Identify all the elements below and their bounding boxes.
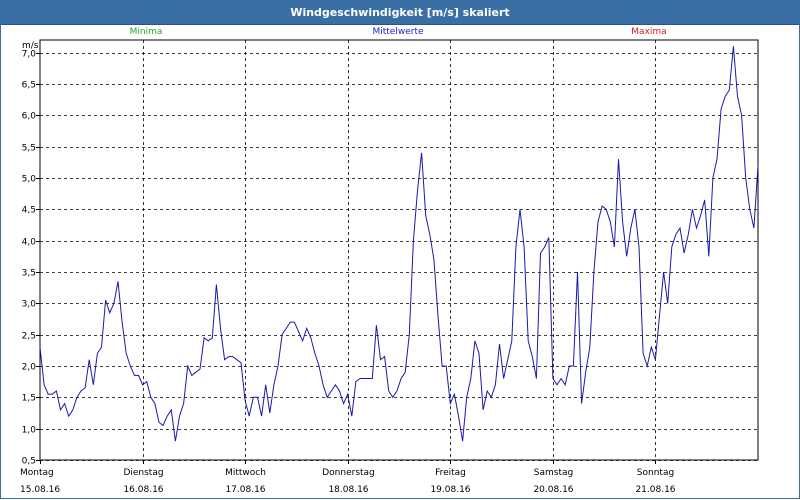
x-tick-day-label: Montag [20, 468, 54, 478]
x-tick-date-label: 20.08.16 [533, 485, 573, 495]
y-tick-label: 1,5 [22, 394, 36, 404]
x-tick-day-label: Freitag [435, 468, 466, 478]
y-tick-label: 3,5 [22, 269, 36, 279]
x-tick-date-label: 21.08.16 [635, 485, 675, 495]
wind-speed-chart: m/s Minima Mittelwerte Maxima 0,51,01,52… [20, 27, 759, 495]
plot-area-border [39, 39, 759, 461]
y-tick-label: 0,5 [22, 457, 36, 467]
y-tick-label: 6,5 [22, 81, 36, 91]
grid [36, 39, 759, 464]
x-tick-date-label: 17.08.16 [225, 485, 265, 495]
y-tick-label: 6,0 [22, 112, 37, 122]
x-tick-day-label: Mittwoch [225, 468, 266, 478]
x-axis-ticks: Montag 15.08.16 Dienstag 16.08.16 Mittwoch 17… [20, 468, 676, 495]
legend-maxima: Maxima [631, 27, 666, 37]
x-tick-day-label: Dienstag [123, 468, 163, 478]
y-tick-label: 5,0 [22, 175, 37, 185]
x-tick-date-label: 15.08.16 [20, 485, 60, 495]
y-tick-label: 5,5 [22, 144, 36, 154]
y-tick-label: 4,0 [22, 238, 37, 248]
x-tick-date-label: 18.08.16 [328, 485, 368, 495]
y-tick-label: 4,5 [22, 206, 36, 216]
x-tick-date-label: 16.08.16 [123, 485, 163, 495]
series-line-mittelwerte [39, 46, 759, 442]
y-tick-label: 7,0 [22, 50, 37, 60]
y-tick-label: 2,5 [22, 332, 36, 342]
legend-mittelwerte: Mittelwerte [372, 27, 423, 37]
x-tick-day-label: Donnerstag [322, 468, 375, 478]
y-tick-label: 2,0 [22, 363, 37, 373]
x-tick-date-label: 19.08.16 [430, 485, 470, 495]
y-axis-ticks: 0,5 1,0 1,5 2,0 2,5 3,0 3,5 4,0 4,5 5,0 5,5 6,0 6,5 7… [22, 50, 37, 467]
y-tick-label: 3,0 [22, 300, 37, 310]
x-tick-day-label: Samstag [534, 468, 573, 478]
y-tick-label: 1,0 [22, 426, 37, 436]
x-tick-day-label: Sonntag [637, 468, 674, 478]
legend-minima: Minima [130, 27, 163, 37]
series-layer [39, 46, 759, 442]
